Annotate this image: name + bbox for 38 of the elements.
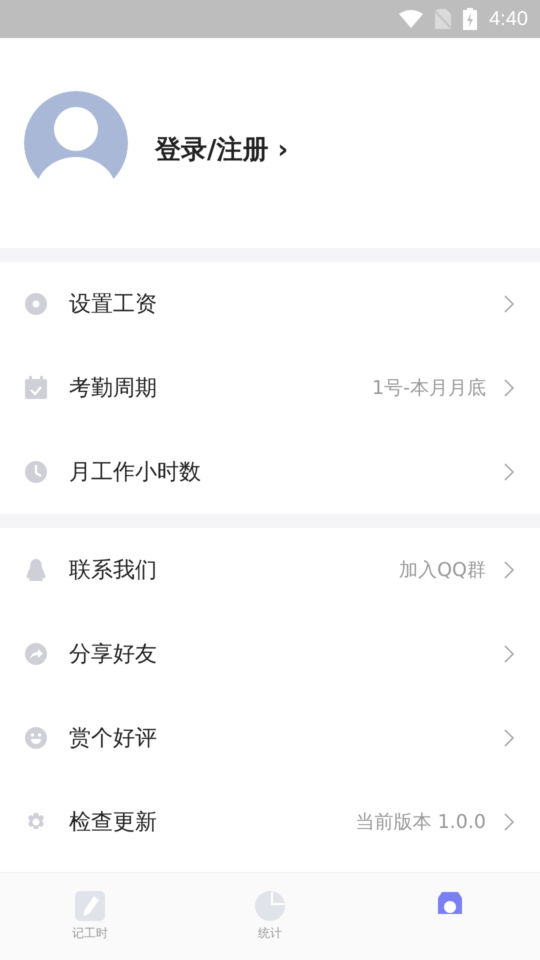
- wifi-icon: [399, 10, 424, 28]
- clock-time: 4:40: [489, 8, 528, 30]
- smile-icon: [24, 726, 48, 750]
- chevron-icon: [504, 379, 514, 397]
- menu-item[interactable]: 联系我们 加入QQ群: [0, 528, 540, 612]
- share-icon: [24, 642, 48, 666]
- menu-value: 1号-本月月底: [372, 376, 486, 401]
- chevron-icon: [504, 813, 514, 831]
- menu-label: 赏个好评: [69, 725, 158, 753]
- menu-label: 月工作小时数: [69, 459, 202, 487]
- chevron-icon: [504, 645, 514, 663]
- coin-icon: [24, 292, 48, 316]
- menu-label: 检查更新: [69, 809, 158, 837]
- menu-item[interactable]: 分享好友: [0, 612, 540, 696]
- menu-label: 设置工资: [69, 291, 158, 319]
- menu-label: 分享好友: [69, 641, 158, 669]
- menu-label: 考勤周期: [69, 375, 158, 403]
- login-button[interactable]: 登录/注册 ›: [155, 132, 288, 166]
- menu-item[interactable]: 设置工资: [0, 262, 540, 346]
- menu-item[interactable]: 赏个好评: [0, 696, 540, 780]
- clock-icon: [24, 460, 48, 484]
- battery-icon: [463, 8, 478, 30]
- menu-item[interactable]: 考勤周期 1号-本月月底: [0, 346, 540, 430]
- menu-value: 当前版本 1.0.0: [356, 810, 486, 835]
- calendar-icon: [24, 376, 48, 400]
- no-sim-icon: [435, 9, 452, 29]
- chevron-icon: [504, 295, 514, 313]
- chevron-icon: [504, 463, 514, 481]
- pie-chart-icon: [254, 890, 286, 922]
- pencil-icon: [74, 890, 106, 922]
- penguin-icon: [24, 558, 48, 582]
- menu-label: 联系我们: [69, 557, 158, 585]
- menu-value: 加入QQ群: [399, 558, 486, 583]
- menu-item[interactable]: 月工作小时数: [0, 430, 540, 514]
- chevron-icon: [504, 561, 514, 579]
- chevron-icon: [504, 729, 514, 747]
- menu-item[interactable]: 检查更新 当前版本 1.0.0: [0, 780, 540, 864]
- avatar-icon[interactable]: [24, 91, 128, 195]
